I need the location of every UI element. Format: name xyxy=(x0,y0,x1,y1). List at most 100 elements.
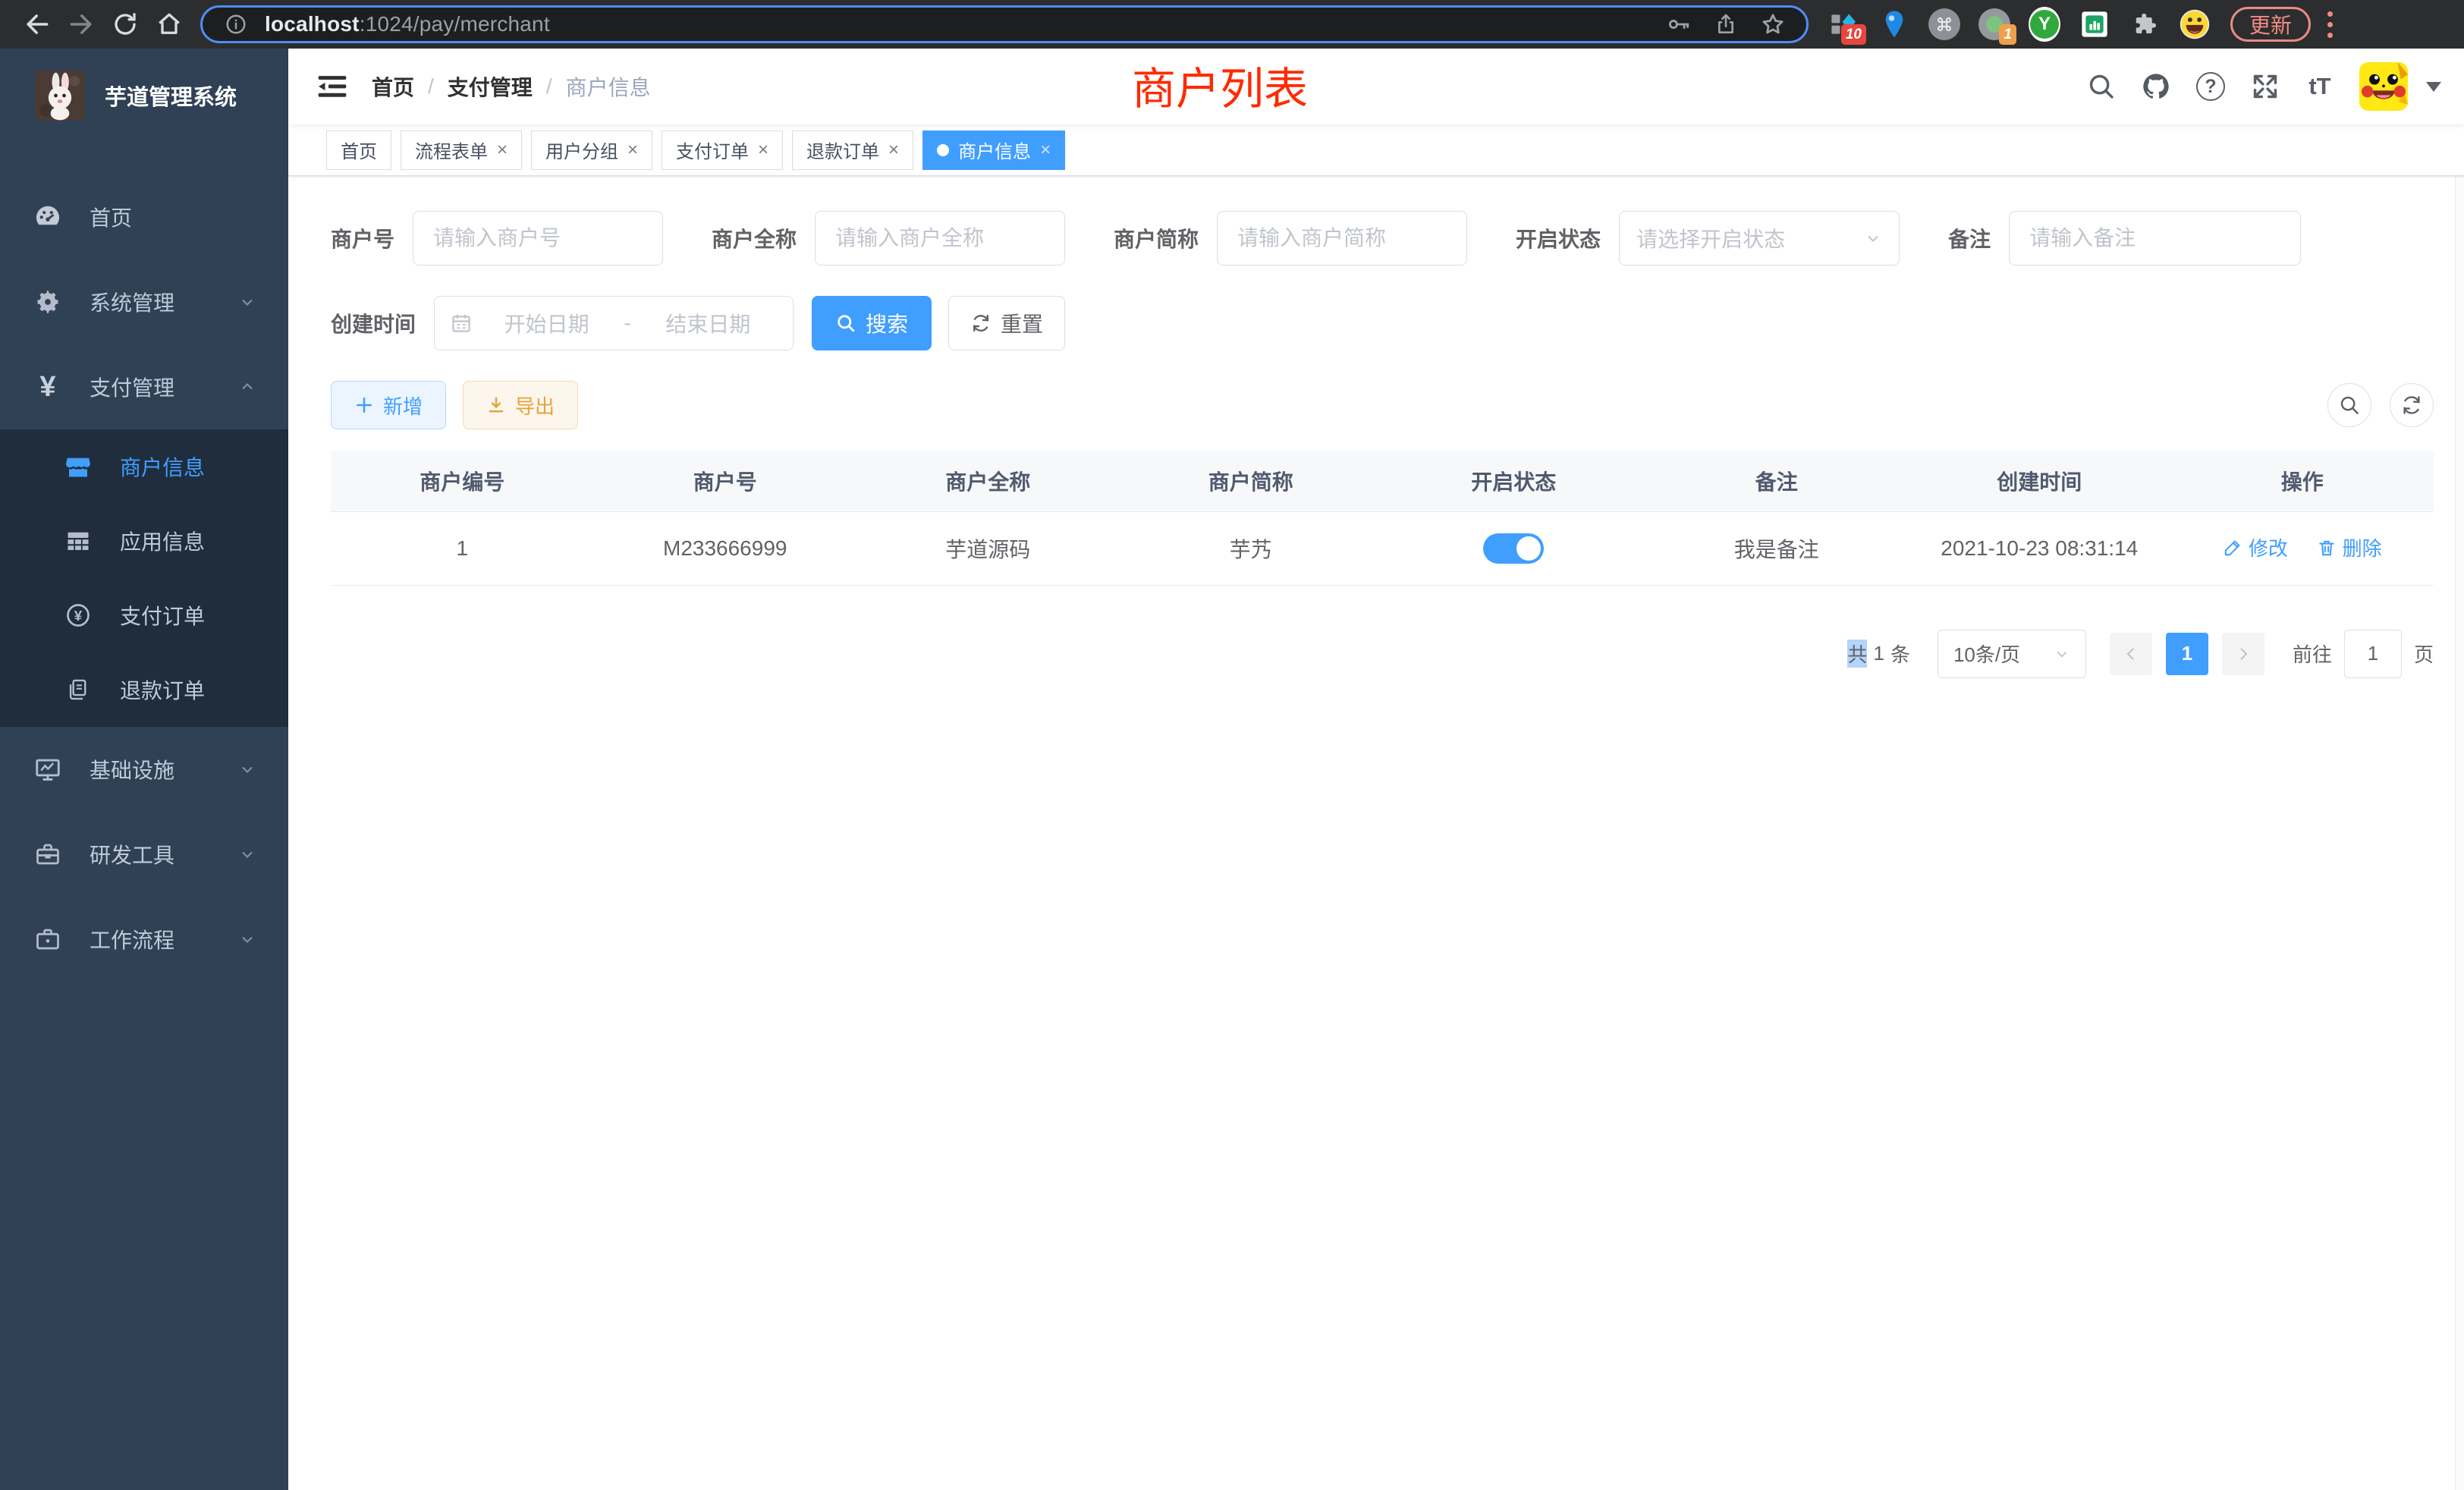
add-button[interactable]: 新增 xyxy=(331,381,446,429)
filter-status: 开启状态 请选择开启状态 xyxy=(1516,211,1900,266)
profile-emoji-icon[interactable] xyxy=(2179,7,2211,42)
extension-badge: 1 xyxy=(1999,24,2016,45)
cell-status xyxy=(1382,511,1645,585)
tag-pay-order[interactable]: 支付订单× xyxy=(662,130,783,170)
short-name-input[interactable] xyxy=(1217,211,1467,266)
browser-home-button[interactable] xyxy=(147,2,191,46)
edit-button[interactable]: 修改 xyxy=(2223,533,2288,561)
refresh-table-button[interactable] xyxy=(2390,383,2434,427)
show-search-button[interactable] xyxy=(2327,383,2371,427)
extension-sheet-icon[interactable] xyxy=(2079,7,2110,42)
reset-button[interactable]: 重置 xyxy=(948,296,1065,350)
tag-merchant-info[interactable]: 商户信息× xyxy=(922,130,1065,170)
sidebar-collapse-button[interactable] xyxy=(314,68,350,105)
status-toggle[interactable] xyxy=(1483,533,1544,564)
font-size-button[interactable]: tT xyxy=(2299,65,2341,108)
page-scrollbar[interactable] xyxy=(2455,49,2464,1490)
edit-pencil-icon xyxy=(2223,538,2242,558)
extension-badge: 10 xyxy=(1841,24,1866,45)
page-number-1[interactable]: 1 xyxy=(2166,633,2208,675)
delete-button[interactable]: 删除 xyxy=(2317,533,2382,561)
browser-back-button[interactable] xyxy=(15,2,59,46)
sidebar-item-merchant-info[interactable]: 商户信息 xyxy=(0,429,288,504)
sidebar-item-label: 商户信息 xyxy=(120,451,205,482)
export-button[interactable]: 导出 xyxy=(463,381,578,429)
app-logo[interactable]: 芋道管理系统 xyxy=(0,49,288,143)
start-date-placeholder: 开始日期 xyxy=(477,308,616,338)
close-icon[interactable]: × xyxy=(758,140,768,161)
remark-input[interactable] xyxy=(2009,211,2301,266)
avatar-caret-icon[interactable] xyxy=(2426,82,2441,92)
prev-page-button[interactable] xyxy=(2110,633,2152,675)
sidebar-item-workflow[interactable]: 工作流程 xyxy=(0,897,288,982)
address-bar[interactable]: localhost:1024/pay/merchant xyxy=(200,5,1809,43)
tag-user-group[interactable]: 用户分组× xyxy=(531,130,652,170)
close-icon[interactable]: × xyxy=(888,140,899,161)
fullscreen-button[interactable] xyxy=(2244,65,2286,108)
extension-y-icon[interactable]: Y xyxy=(2029,7,2060,42)
close-icon[interactable]: × xyxy=(1040,140,1051,161)
sidebar-item-payment[interactable]: ¥ 支付管理 xyxy=(0,344,288,429)
help-button[interactable]: ? xyxy=(2189,65,2232,108)
tag-process-form[interactable]: 流程表单× xyxy=(401,130,522,170)
date-range-input[interactable]: 开始日期 - 结束日期 xyxy=(434,296,794,350)
merchant-no-input[interactable] xyxy=(413,211,663,266)
documents-icon xyxy=(62,677,94,703)
gear-icon xyxy=(32,288,64,316)
page-size-select[interactable]: 10条/页 xyxy=(1938,630,2086,678)
sidebar-item-infrastructure[interactable]: 基础设施 xyxy=(0,727,288,812)
browser-reload-button[interactable] xyxy=(103,2,147,46)
sidebar-item-label: 研发工具 xyxy=(90,839,174,869)
tag-refund-order[interactable]: 退款订单× xyxy=(792,130,913,170)
sidebar-item-app-info[interactable]: 应用信息 xyxy=(0,504,288,578)
filter-label: 商户简称 xyxy=(1114,223,1199,253)
browser-forward-button[interactable] xyxy=(59,2,103,46)
full-name-input[interactable] xyxy=(815,211,1065,266)
share-icon[interactable] xyxy=(1708,8,1744,41)
pagination: 共 1 条 10条/页 1 前往 页 xyxy=(331,630,2434,678)
browser-update-button[interactable]: 更新 xyxy=(2230,7,2311,42)
sidebar-item-refund-order[interactable]: 退款订单 xyxy=(0,652,288,727)
pagination-goto: 前往 页 xyxy=(2293,630,2434,678)
store-icon xyxy=(62,453,94,480)
sidebar-item-dev-tools[interactable]: 研发工具 xyxy=(0,812,288,897)
extension-command-icon[interactable] xyxy=(1928,7,1960,42)
breadcrumb-home[interactable]: 首页 xyxy=(372,71,414,102)
sidebar-item-label: 支付管理 xyxy=(90,372,174,402)
monitor-chart-icon xyxy=(32,755,64,784)
filter-label: 商户全称 xyxy=(712,223,797,253)
close-icon[interactable]: × xyxy=(497,140,508,161)
next-page-button[interactable] xyxy=(2222,633,2264,675)
github-icon xyxy=(2141,71,2171,102)
sidebar-item-system[interactable]: 系统管理 xyxy=(0,259,288,344)
sidebar-item-label: 工作流程 xyxy=(90,924,174,954)
search-button[interactable]: 搜索 xyxy=(812,296,932,350)
close-icon[interactable]: × xyxy=(627,140,638,161)
password-key-icon[interactable] xyxy=(1661,8,1697,41)
status-select[interactable]: 请选择开启状态 xyxy=(1619,211,1900,266)
header-search-button[interactable] xyxy=(2080,65,2123,108)
table-tools xyxy=(2327,383,2434,427)
chevron-up-icon xyxy=(238,378,256,396)
extension-diamond-icon[interactable]: 10 xyxy=(1828,7,1860,42)
col-merchant-id: 商户编号 xyxy=(331,451,594,511)
github-button[interactable] xyxy=(2135,65,2177,108)
extensions-puzzle-icon[interactable] xyxy=(2129,7,2161,42)
extension-status-icon[interactable]: 1 xyxy=(1978,7,2010,42)
col-merchant-no: 商户号 xyxy=(594,451,857,511)
col-actions: 操作 xyxy=(2171,451,2434,511)
user-avatar[interactable] xyxy=(2359,62,2408,111)
bookmark-star-icon[interactable] xyxy=(1755,8,1791,41)
tag-home[interactable]: 首页 xyxy=(326,130,391,170)
extension-pin-icon[interactable] xyxy=(1878,7,1910,42)
chevron-down-icon xyxy=(238,293,256,311)
goto-page-input[interactable] xyxy=(2344,630,2402,678)
sidebar-item-label: 首页 xyxy=(90,202,132,232)
site-info-icon[interactable] xyxy=(218,8,254,41)
sidebar-item-home[interactable]: 首页 xyxy=(0,174,288,259)
pagination-total: 共 1 条 xyxy=(1847,640,1910,668)
filter-label: 备注 xyxy=(1948,223,1991,253)
breadcrumb-payment[interactable]: 支付管理 xyxy=(448,71,533,102)
sidebar-item-pay-order[interactable]: ¥ 支付订单 xyxy=(0,578,288,652)
browser-menu-button[interactable] xyxy=(2324,8,2336,41)
